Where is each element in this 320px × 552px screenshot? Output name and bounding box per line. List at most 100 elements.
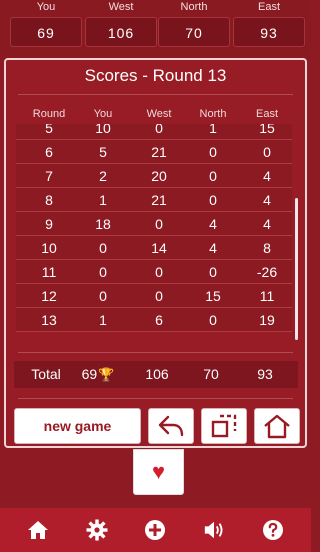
table-row: 8 1 21 0 4	[16, 188, 292, 212]
cell-west: 0	[155, 264, 163, 280]
column-header-you: You	[93, 108, 113, 120]
cell-you: 5	[99, 144, 107, 160]
cell-west: 6	[155, 312, 163, 328]
total-north: 70	[203, 366, 219, 382]
player-you: You 69	[10, 0, 82, 47]
cell-round: 11	[41, 264, 57, 280]
column-header-round: Round	[32, 108, 66, 120]
cell-you: 18	[95, 216, 111, 232]
scores-table-body: 5 10 0 1 15 6 5 21 0 0 7 2 20 0 4 8 1 21…	[16, 124, 292, 332]
table-row: 9 18 0 4 4	[16, 212, 292, 236]
total-you-cell: 69🏆	[68, 361, 128, 388]
table-row: 11 0 0 0 -26	[16, 260, 292, 284]
help-button[interactable]	[262, 519, 284, 541]
cell-east: 4	[263, 192, 271, 208]
table-row: 7 2 20 0 4	[16, 164, 292, 188]
table-row: 10 0 14 4 8	[16, 236, 292, 260]
divider	[18, 94, 293, 95]
player-score: 93	[233, 17, 305, 47]
home-button[interactable]	[254, 408, 300, 444]
cell-north: 15	[205, 288, 221, 304]
cell-round: 12	[41, 288, 57, 304]
total-west: 106	[145, 366, 169, 382]
column-header-north: North	[199, 108, 227, 120]
cell-round: 9	[45, 216, 53, 232]
cell-you: 0	[99, 240, 107, 256]
player-west: West 106	[85, 0, 157, 47]
player-east: East 93	[233, 0, 305, 47]
cell-west: 0	[155, 124, 163, 136]
cell-round: 8	[45, 192, 53, 208]
undo-icon	[158, 415, 184, 437]
player-score: 106	[85, 17, 157, 47]
speaker-icon	[204, 521, 223, 539]
cell-you: 1	[99, 312, 107, 328]
new-game-button[interactable]: new game	[14, 408, 141, 444]
cell-round: 5	[45, 124, 53, 136]
playing-card[interactable]: ♥	[133, 449, 184, 495]
cell-round: 6	[45, 144, 53, 160]
player-score: 69	[10, 17, 82, 47]
sound-button[interactable]	[203, 519, 225, 541]
player-north: North 70	[158, 0, 230, 47]
cell-west: 0	[155, 216, 163, 232]
home-nav-button[interactable]	[27, 519, 49, 541]
copy-button[interactable]	[201, 408, 247, 444]
cell-north: 0	[209, 312, 217, 328]
scores-table-scroll[interactable]: 5 10 0 1 15 6 5 21 0 0 7 2 20 0 4 8 1 21…	[16, 124, 292, 342]
gear-icon	[86, 519, 108, 541]
cell-north: 0	[209, 168, 217, 184]
trophy-icon: 🏆	[98, 367, 115, 382]
cell-north: 4	[209, 216, 217, 232]
dialog-title: Scores - Round 13	[84, 66, 227, 85]
player-name: East	[257, 1, 280, 13]
player-name: North	[180, 1, 208, 13]
undo-button[interactable]	[148, 408, 194, 444]
cell-you: 0	[99, 288, 107, 304]
cell-east: 0	[263, 144, 271, 160]
cell-west: 20	[151, 168, 167, 184]
cell-west: 21	[151, 192, 167, 208]
home-icon	[28, 521, 48, 539]
total-you: 69	[81, 366, 98, 382]
cell-west: 21	[151, 144, 167, 160]
cell-round: 13	[41, 312, 57, 328]
player-name: You	[36, 1, 56, 13]
cell-north: 4	[209, 240, 217, 256]
cell-you: 10	[95, 124, 111, 136]
help-icon	[263, 520, 283, 540]
cell-north: 1	[209, 124, 217, 136]
cell-north: 0	[209, 192, 217, 208]
cell-you: 1	[99, 192, 107, 208]
column-header-east: East	[255, 108, 278, 120]
table-row: 6 5 21 0 0	[16, 140, 292, 164]
cell-east: 4	[263, 216, 271, 232]
score-header: You 69 West 106 North 70 East 93	[0, 0, 311, 60]
total-east: 93	[257, 366, 273, 382]
cell-round: 10	[41, 240, 57, 256]
table-row: 12 0 0 15 11	[16, 284, 292, 308]
table-scrollbar[interactable]	[295, 198, 298, 340]
plus-circle-icon	[145, 520, 165, 540]
cell-east: -26	[256, 264, 278, 280]
divider	[18, 352, 293, 353]
cell-west: 14	[151, 240, 167, 256]
cell-east: 11	[259, 288, 275, 304]
add-button[interactable]	[144, 519, 166, 541]
total-row: Total 69🏆 106 70 93	[14, 361, 298, 388]
cell-you: 0	[99, 264, 107, 280]
heart-icon: ♥	[151, 459, 166, 484]
player-score: 70	[158, 17, 230, 47]
settings-button[interactable]	[86, 519, 108, 541]
table-row: 5 10 0 1 15	[16, 124, 292, 140]
bottom-toolbar	[0, 508, 311, 552]
total-label: Total	[31, 366, 61, 382]
copy-icon	[211, 414, 237, 438]
home-icon	[264, 414, 290, 439]
cell-west: 0	[155, 288, 163, 304]
cell-east: 15	[259, 124, 275, 136]
cell-east: 4	[263, 168, 271, 184]
column-header-west: West	[146, 108, 172, 120]
scores-dialog: Scores - Round 13 Round You West North E…	[4, 58, 307, 448]
cell-north: 0	[209, 264, 217, 280]
